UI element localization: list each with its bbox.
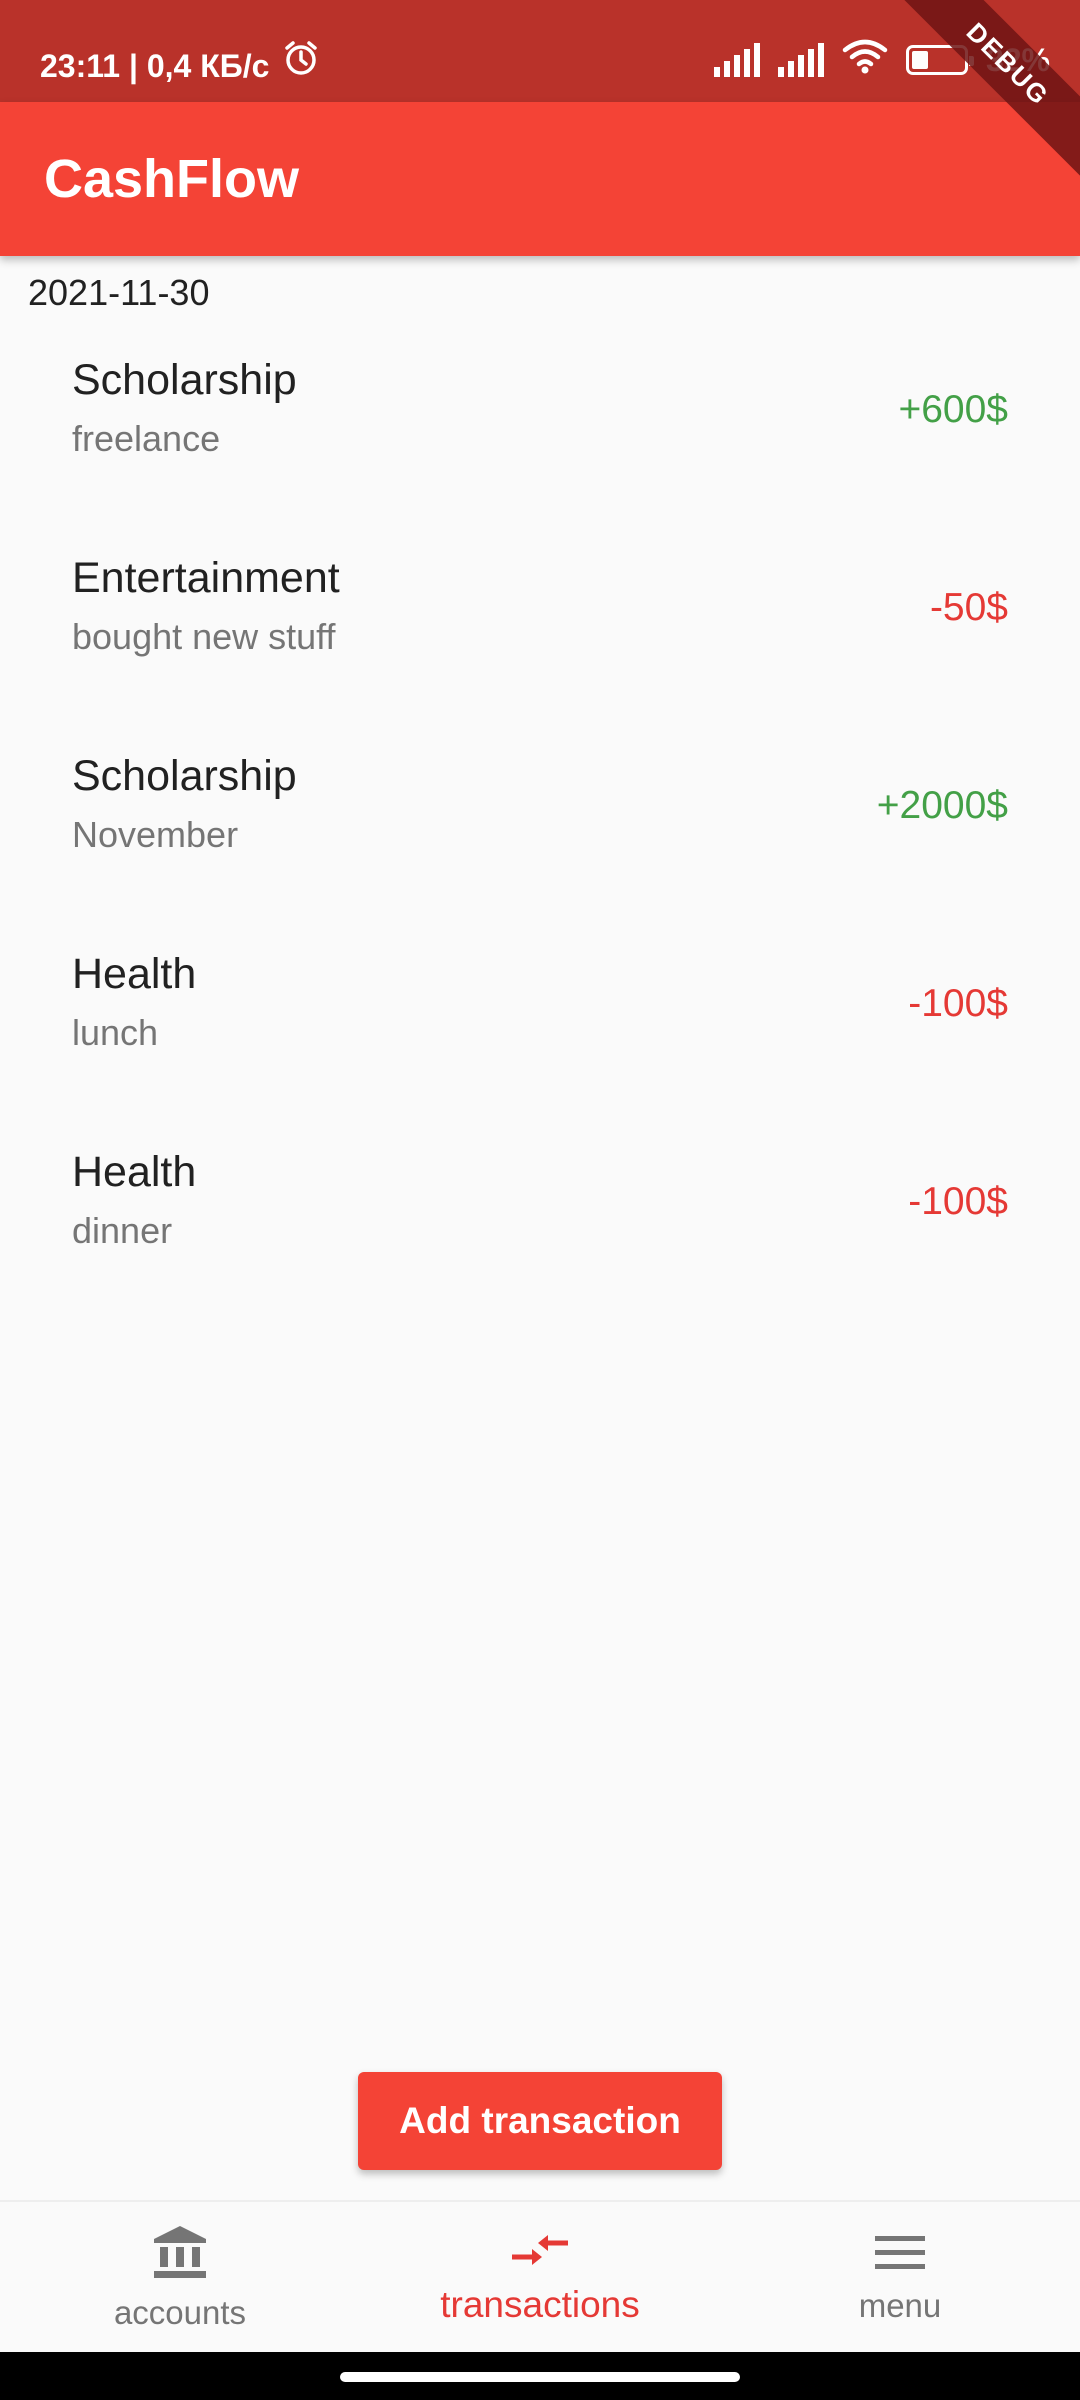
transaction-note: lunch [72,1012,159,1053]
app-bar: CashFlow [0,102,1080,256]
home-gesture-handle[interactable] [340,2372,740,2382]
cell-signal-icon [777,43,824,77]
transaction-amount: -50$ [929,586,1008,629]
transaction-amount: -100$ [908,982,1008,1025]
transaction-item[interactable]: Scholarship November +2000$ [0,734,1080,932]
add-transaction-button[interactable]: Add transaction [358,2072,722,2170]
compare-arrows-icon [510,2229,570,2278]
status-time: 23:11 | 0,4 КБ/с [40,47,270,84]
status-bar: 23:11 | 0,4 КБ/с 32% DE [0,0,1080,190]
battery-level-fill [911,51,928,69]
transaction-amount: +600$ [898,388,1008,431]
transaction-amount: +2000$ [876,784,1008,827]
bottom-navigation: accounts transactions menu [0,2200,1080,2352]
menu-icon [873,2230,927,2279]
transaction-item[interactable]: Entertainment bought new stuff -50$ [0,536,1080,734]
transaction-category: Scholarship [72,356,297,404]
transaction-note: November [72,814,239,855]
transaction-amount: -100$ [908,1180,1008,1223]
transaction-item[interactable]: Scholarship freelance +600$ [0,338,1080,536]
nav-item-transactions[interactable]: transactions [360,2202,720,2352]
nav-item-accounts[interactable]: accounts [0,2202,360,2352]
transaction-item[interactable]: Health lunch -100$ [0,932,1080,1130]
transaction-item[interactable]: Health dinner -100$ [0,1130,1080,1328]
system-gesture-area [0,2352,1080,2400]
transaction-category: Health [72,950,197,998]
nav-label-accounts: accounts [113,2293,247,2331]
status-left: 23:11 | 0,4 КБ/с [40,38,321,93]
transaction-category: Health [72,1148,197,1196]
nav-label-transactions: transactions [440,2283,640,2325]
transaction-note: freelance [72,418,221,459]
transaction-note: dinner [72,1210,173,1251]
transaction-list: Scholarship freelance +600$ Entertainmen… [0,338,1080,1328]
transaction-category: Entertainment [72,554,340,602]
bank-icon [150,2223,210,2286]
alarm-icon [281,38,321,93]
nav-item-menu[interactable]: menu [720,2202,1080,2352]
transaction-category: Scholarship [72,752,297,800]
date-header: 2021-11-30 [28,272,210,313]
app-title: CashFlow [44,149,300,209]
transaction-note: bought new stuff [72,616,336,657]
nav-label-menu: menu [858,2286,942,2324]
cell-signal-icon [713,43,760,77]
wifi-icon [842,38,888,82]
transactions-content: 2021-11-30 Scholarship freelance +600$ E… [0,256,1080,2200]
